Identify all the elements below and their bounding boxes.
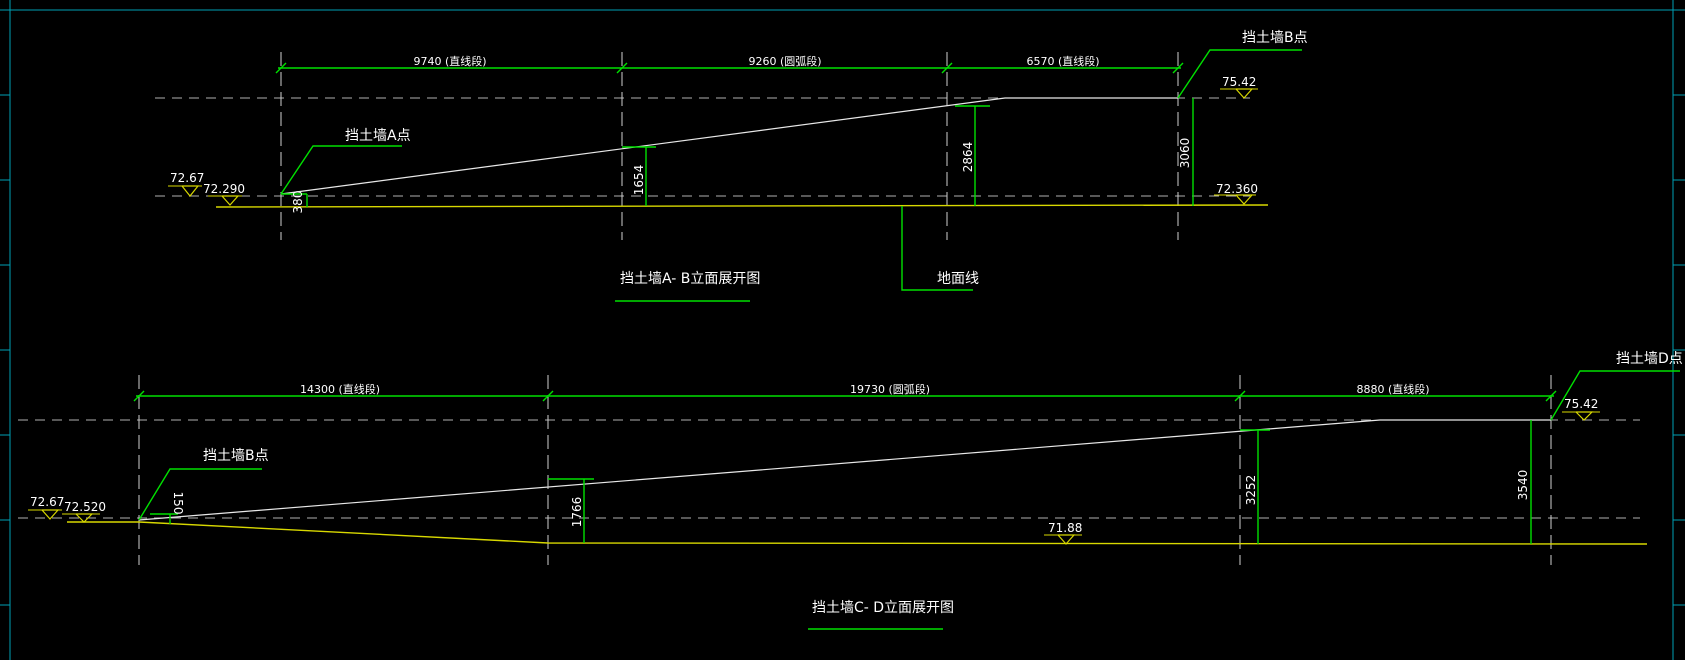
ab-height-1654: 1654 (632, 165, 646, 196)
cd-height-3252: 3252 (1244, 475, 1258, 506)
cad-drawing-canvas: 9740 (直线段) 9260 (圆弧段) 6570 (直线段) 380 165… (0, 0, 1685, 660)
ab-elev-right-bottom: 72.360 (1216, 182, 1258, 196)
ab-elevation-marker-underlines (168, 88, 1258, 197)
ab-height-380: 380 (291, 191, 305, 214)
cd-elevation-marker-icons (41, 411, 1594, 545)
cd-point-b-label: 挡土墙B点 (203, 448, 269, 464)
ab-point-a-label: 挡土墙A点 (345, 128, 411, 144)
ab-point-b-label: 挡土墙B点 (1242, 30, 1308, 46)
cd-vertical-extension-lines (138, 375, 1552, 565)
ab-elev-left-bottom: 72.290 (203, 182, 245, 196)
ab-dim-segment-3: 6570 (直线段) (1026, 54, 1099, 68)
ab-wall-top-line (280, 97, 1178, 195)
cd-elev-left-bottom: 72.520 (64, 500, 106, 514)
drawing-svg: 9740 (直线段) 9260 (圆弧段) 6570 (直线段) 380 165… (0, 0, 1685, 660)
elevation-cd: 14300 (直线段) 19730 (圆弧段) 8880 (直线段) 150 1… (18, 351, 1683, 630)
ab-ground-line-label: 地面线 (937, 271, 979, 287)
cd-dim-segment-3: 8880 (直线段) (1356, 382, 1429, 396)
cd-height-dimension-lines (150, 420, 1532, 544)
cd-elev-left-top: 72.67 (30, 495, 64, 509)
ab-ground-line (215, 204, 1269, 208)
cd-elev-ground-mid: 71.88 (1048, 521, 1082, 535)
ab-height-dimension-lines (281, 98, 1194, 207)
elevation-ab: 9740 (直线段) 9260 (圆弧段) 6570 (直线段) 380 165… (155, 30, 1308, 302)
cd-point-d-leader (1550, 370, 1680, 421)
cd-point-b-leader (138, 468, 262, 521)
ab-dim-segment-2: 9260 (圆弧段) (748, 54, 821, 68)
cd-wall-top-line (138, 419, 1551, 521)
ab-elev-right-top: 75.42 (1222, 75, 1256, 89)
ab-point-b-leader (1177, 49, 1302, 99)
ab-elev-left-top: 72.67 (170, 171, 204, 185)
cd-elev-right-top: 75.42 (1564, 397, 1598, 411)
cd-ground-line (67, 521, 1648, 545)
ab-vertical-extension-lines (280, 52, 1179, 240)
cd-title: 挡土墙C- D立面展开图 (812, 600, 954, 616)
ab-height-2864: 2864 (961, 142, 975, 173)
ab-point-a-leader (280, 145, 402, 195)
cd-dim-segment-2: 19730 (圆弧段) (850, 382, 930, 396)
cd-height-1766: 1766 (570, 497, 584, 528)
ab-dim-segment-1: 9740 (直线段) (413, 54, 486, 68)
ab-elevation-marker-icons (181, 88, 1254, 206)
cd-point-d-label: 挡土墙D点 (1616, 351, 1683, 367)
ab-dashed-lines (155, 97, 1250, 197)
cd-elevation-marker-underlines (28, 411, 1600, 536)
cd-height-3540: 3540 (1516, 470, 1530, 501)
cd-dim-segment-1: 14300 (直线段) (300, 382, 380, 396)
ab-height-3060: 3060 (1178, 138, 1192, 169)
drawing-frame (0, 0, 1685, 660)
cd-height-150: 150 (171, 492, 185, 515)
ab-title: 挡土墙A- B立面展开图 (620, 271, 760, 287)
